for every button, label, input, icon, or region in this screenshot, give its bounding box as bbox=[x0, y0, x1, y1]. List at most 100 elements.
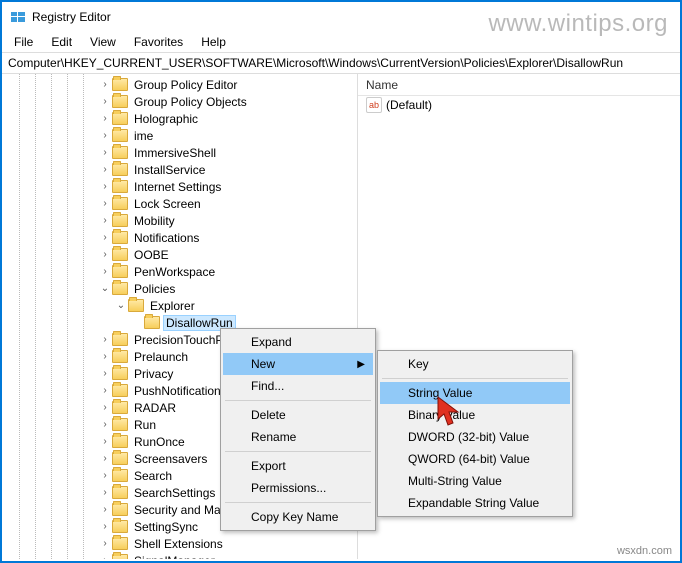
tree-label: Internet Settings bbox=[131, 180, 224, 194]
tree-item[interactable]: › OOBE bbox=[2, 246, 357, 263]
tree-item[interactable]: ⌄Policies bbox=[2, 280, 357, 297]
chevron-down-icon[interactable]: ⌄ bbox=[114, 300, 128, 311]
column-header-name[interactable]: Name bbox=[358, 74, 680, 96]
ctx-new-string-value[interactable]: String Value bbox=[380, 382, 570, 404]
ctx-copy-key-name[interactable]: Copy Key Name bbox=[223, 506, 373, 528]
ctx-new-dword-32[interactable]: DWORD (32-bit) Value bbox=[380, 426, 570, 448]
chevron-right-icon[interactable]: › bbox=[98, 181, 112, 192]
folder-icon bbox=[128, 299, 144, 312]
watermark-small: wsxdn.com bbox=[617, 545, 672, 557]
tree-item[interactable]: › InstallService bbox=[2, 161, 357, 178]
chevron-right-icon[interactable]: › bbox=[98, 351, 112, 362]
chevron-right-icon[interactable]: › bbox=[98, 436, 112, 447]
ctx-new[interactable]: New ▶ bbox=[223, 353, 373, 375]
context-submenu-new: Key String Value Binary Value DWORD (32-… bbox=[377, 350, 573, 517]
watermark: www.wintips.org bbox=[488, 10, 668, 38]
ctx-new-multi-string[interactable]: Multi-String Value bbox=[380, 470, 570, 492]
chevron-right-icon[interactable]: › bbox=[98, 164, 112, 175]
chevron-right-icon[interactable]: › bbox=[98, 334, 112, 345]
chevron-down-icon[interactable]: ⌄ bbox=[98, 283, 112, 294]
folder-icon bbox=[112, 112, 128, 125]
chevron-right-icon[interactable]: › bbox=[98, 538, 112, 549]
menu-edit[interactable]: Edit bbox=[43, 33, 80, 51]
chevron-right-icon[interactable]: › bbox=[98, 368, 112, 379]
ctx-expand[interactable]: Expand bbox=[223, 331, 373, 353]
chevron-right-icon[interactable]: › bbox=[98, 113, 112, 124]
ctx-new-key[interactable]: Key bbox=[380, 353, 570, 375]
folder-icon bbox=[112, 452, 128, 465]
chevron-right-icon[interactable]: › bbox=[98, 419, 112, 430]
chevron-right-icon[interactable]: › bbox=[98, 232, 112, 243]
chevron-right-icon[interactable]: › bbox=[98, 266, 112, 277]
folder-icon bbox=[112, 418, 128, 431]
tree-label: Shell Extensions bbox=[131, 537, 226, 551]
ctx-export[interactable]: Export bbox=[223, 455, 373, 477]
menu-help[interactable]: Help bbox=[193, 33, 234, 51]
folder-icon bbox=[112, 333, 128, 346]
menu-favorites[interactable]: Favorites bbox=[126, 33, 191, 51]
tree-item[interactable]: › Shell Extensions bbox=[2, 535, 357, 552]
tree-label: OOBE bbox=[131, 248, 172, 262]
ctx-new-qword-64[interactable]: QWORD (64-bit) Value bbox=[380, 448, 570, 470]
address-path: Computer\HKEY_CURRENT_USER\SOFTWARE\Micr… bbox=[8, 56, 623, 70]
tree-item[interactable]: › ime bbox=[2, 127, 357, 144]
address-bar[interactable]: Computer\HKEY_CURRENT_USER\SOFTWARE\Micr… bbox=[2, 52, 680, 74]
tree-label: RunOnce bbox=[131, 435, 188, 449]
chevron-right-icon[interactable]: › bbox=[98, 521, 112, 532]
ctx-rename[interactable]: Rename bbox=[223, 426, 373, 448]
ctx-find[interactable]: Find... bbox=[223, 375, 373, 397]
folder-icon bbox=[112, 520, 128, 533]
folder-icon bbox=[112, 554, 128, 559]
menu-view[interactable]: View bbox=[82, 33, 124, 51]
chevron-right-icon[interactable]: › bbox=[98, 555, 112, 559]
folder-icon bbox=[112, 265, 128, 278]
tree-label: ime bbox=[131, 129, 156, 143]
ctx-new-expandable-string[interactable]: Expandable String Value bbox=[380, 492, 570, 514]
chevron-right-icon[interactable]: › bbox=[98, 215, 112, 226]
tree-label: Privacy bbox=[131, 367, 176, 381]
tree-item[interactable]: › Lock Screen bbox=[2, 195, 357, 212]
tree-label: Lock Screen bbox=[131, 197, 204, 211]
tree-item[interactable]: › Internet Settings bbox=[2, 178, 357, 195]
ctx-permissions[interactable]: Permissions... bbox=[223, 477, 373, 499]
chevron-right-icon[interactable]: › bbox=[98, 470, 112, 481]
tree-label: Prelaunch bbox=[131, 350, 191, 364]
folder-icon bbox=[112, 469, 128, 482]
tree-label: SettingSync bbox=[131, 520, 201, 534]
chevron-right-icon[interactable]: › bbox=[98, 79, 112, 90]
ctx-delete[interactable]: Delete bbox=[223, 404, 373, 426]
tree-item[interactable]: ›SignalManager bbox=[2, 552, 357, 559]
tree-item[interactable]: ⌄Explorer bbox=[2, 297, 357, 314]
chevron-right-icon[interactable]: › bbox=[98, 504, 112, 515]
tree-label: InstallService bbox=[131, 163, 208, 177]
tree-item[interactable]: ›Mobility bbox=[2, 212, 357, 229]
tree-item[interactable]: ›PenWorkspace bbox=[2, 263, 357, 280]
chevron-right-icon[interactable]: › bbox=[98, 402, 112, 413]
tree-item[interactable]: ›Notifications bbox=[2, 229, 357, 246]
tree-item[interactable]: ›ImmersiveShell bbox=[2, 144, 357, 161]
tree-item[interactable]: › Group Policy Objects bbox=[2, 93, 357, 110]
chevron-right-icon[interactable]: › bbox=[98, 198, 112, 209]
value-row-default[interactable]: ab (Default) bbox=[358, 96, 680, 114]
folder-icon bbox=[112, 350, 128, 363]
tree-label: PushNotifications bbox=[131, 384, 230, 398]
folder-icon bbox=[112, 129, 128, 142]
ctx-new-binary-value[interactable]: Binary Value bbox=[380, 404, 570, 426]
folder-icon bbox=[112, 146, 128, 159]
chevron-right-icon[interactable]: › bbox=[98, 453, 112, 464]
menu-file[interactable]: File bbox=[6, 33, 41, 51]
chevron-right-icon[interactable]: › bbox=[98, 130, 112, 141]
ctx-new-label: New bbox=[251, 357, 275, 371]
folder-icon bbox=[112, 214, 128, 227]
tree-label: RADAR bbox=[131, 401, 179, 415]
chevron-right-icon[interactable]: › bbox=[98, 385, 112, 396]
tree-item[interactable]: ›Group Policy Editor bbox=[2, 76, 357, 93]
tree-label: Group Policy Objects bbox=[131, 95, 250, 109]
chevron-right-icon[interactable]: › bbox=[98, 147, 112, 158]
chevron-right-icon[interactable]: › bbox=[98, 96, 112, 107]
tree-item[interactable]: ›Holographic bbox=[2, 110, 357, 127]
chevron-right-icon[interactable]: › bbox=[98, 487, 112, 498]
chevron-right-icon[interactable]: › bbox=[98, 249, 112, 260]
window-title: Registry Editor bbox=[32, 10, 111, 24]
app-icon bbox=[10, 9, 26, 25]
